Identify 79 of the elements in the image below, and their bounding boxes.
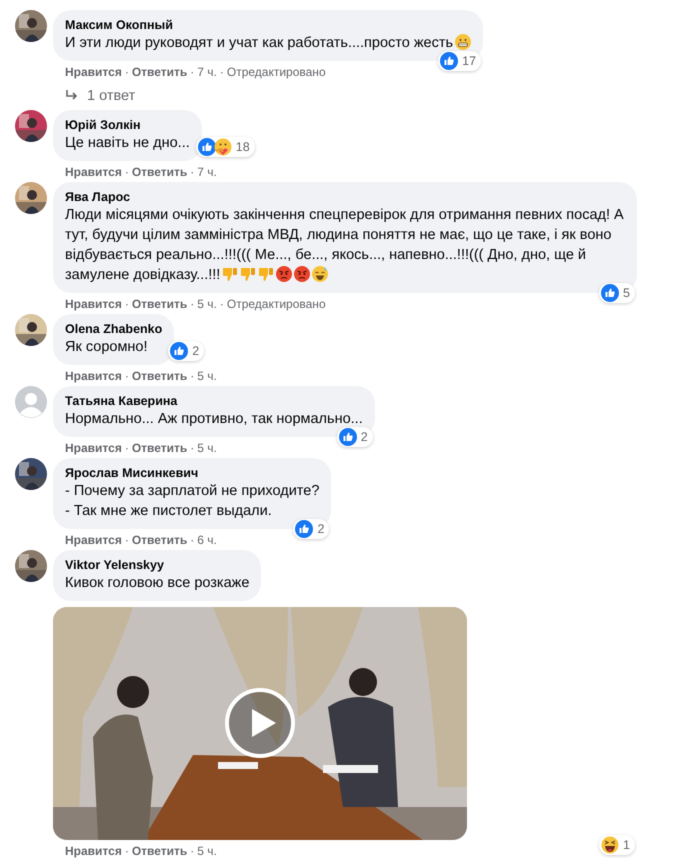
comment-text: Як соромно! <box>65 338 149 357</box>
reply-link[interactable]: Ответить <box>132 165 188 179</box>
author-name[interactable]: Юрій Золкін <box>65 117 190 133</box>
angry-face-icon <box>276 266 292 282</box>
separator-dot: · <box>124 844 129 858</box>
like-icon <box>198 138 216 156</box>
reaction-count[interactable]: 2 <box>336 427 373 447</box>
comment-time[interactable]: 5 ч. <box>197 297 217 311</box>
thumbs-down-icon <box>240 266 256 282</box>
reaction-count[interactable]: 17 <box>438 51 482 71</box>
play-button-icon[interactable] <box>224 687 296 759</box>
reply-link[interactable]: Ответить <box>132 533 188 547</box>
comment-text: Люди місяцями очікують закінчення спецперевірок для отримання певних посад! А тут, будучи цілим замміністра МВД, людина поняття не має, що це таке, і як воно відбувається реально...!!!((( Ме..., бе..., якось..., напевно...!!!((( Дно, дно, ще й замулене довідказу...!!! <box>65 206 625 285</box>
like-link[interactable]: Нравится <box>65 844 122 858</box>
like-link[interactable]: Нравится <box>65 65 122 79</box>
like-link[interactable]: Нравится <box>65 533 122 547</box>
comment-text: Кивок головою все розкаже <box>65 574 250 593</box>
like-link[interactable]: Нравится <box>65 297 122 311</box>
thumbs-down-icon <box>258 266 274 282</box>
comment-time[interactable]: 6 ч. <box>197 533 217 547</box>
grimace-emoji-icon <box>455 34 472 50</box>
reply-link[interactable]: Ответить <box>132 844 188 858</box>
like-link[interactable]: Нравится <box>65 369 122 383</box>
separator-dot: · <box>220 297 224 311</box>
separator-dot: · <box>124 165 129 179</box>
reaction-count[interactable]: 18 <box>196 137 255 157</box>
separator-dot: · <box>220 65 224 79</box>
author-name[interactable]: Ярослав Мисинкевич <box>65 465 320 481</box>
author-name[interactable]: Olena Zhabenko <box>65 321 162 337</box>
author-name[interactable]: Максим Окопный <box>65 17 472 33</box>
author-name[interactable]: Ява Ларос <box>65 189 625 205</box>
like-link[interactable]: Нравится <box>65 441 122 455</box>
comment-time[interactable]: 5 ч. <box>197 441 217 455</box>
comment-text: И эти люди руководят и учат как работать....просто жесть <box>65 33 472 53</box>
hug-emoji-icon <box>214 138 232 156</box>
comment-text: - Так мне же пистолет выдали. <box>65 502 273 521</box>
reaction-count[interactable]: 2 <box>168 341 204 361</box>
like-icon <box>170 342 188 360</box>
comment-time[interactable]: 7 ч. <box>197 165 217 179</box>
reply-link[interactable]: Ответить <box>132 369 188 383</box>
laughing-emoji-icon <box>601 836 619 854</box>
edited-label: Отредактировано <box>226 65 326 79</box>
separator-dot: · <box>190 844 194 858</box>
separator-dot: · <box>124 369 129 383</box>
comment-text: Нормально... Аж противно, так нормально... <box>65 410 363 429</box>
like-link[interactable]: Нравится <box>65 165 122 179</box>
author-name[interactable]: Татьяна Каверина <box>65 393 363 409</box>
reaction-count[interactable]: 5 <box>599 283 635 303</box>
comment-time[interactable]: 7 ч. <box>197 65 217 79</box>
like-icon <box>440 52 458 70</box>
sweat-smile-icon <box>312 266 328 282</box>
separator-dot: · <box>124 441 129 455</box>
like-icon <box>295 520 314 538</box>
like-icon <box>338 428 357 446</box>
angry-face-icon <box>294 266 310 282</box>
comment-time[interactable]: 5 ч. <box>197 369 217 383</box>
separator-dot: · <box>190 165 194 179</box>
reaction-count[interactable]: 1 <box>599 835 635 855</box>
reaction-count[interactable]: 2 <box>293 519 330 539</box>
separator-dot: · <box>190 297 194 311</box>
separator-dot: · <box>124 65 129 79</box>
like-icon <box>601 284 620 302</box>
separator-dot: · <box>190 441 194 455</box>
thumbs-down-icon <box>222 266 238 282</box>
separator-dot: · <box>190 65 194 79</box>
separator-dot: · <box>190 369 194 383</box>
separator-dot: · <box>190 533 194 547</box>
separator-dot: · <box>124 533 129 547</box>
author-name[interactable]: Viktor Yelenskyy <box>65 557 250 573</box>
reply-link[interactable]: Ответить <box>132 65 188 79</box>
comment-text: Це навіть не дно... <box>65 134 190 153</box>
comment-time[interactable]: 5 ч. <box>197 844 217 858</box>
comment-text: - Почему за зарплатой не приходите? <box>65 482 320 501</box>
separator-dot: · <box>124 297 129 311</box>
reply-arrow-icon <box>65 90 79 102</box>
reply-link[interactable]: Ответить <box>132 297 188 311</box>
view-replies-link[interactable]: 1 ответ <box>65 88 136 104</box>
reply-link[interactable]: Ответить <box>132 441 188 455</box>
edited-label: Отредактировано <box>226 297 326 311</box>
